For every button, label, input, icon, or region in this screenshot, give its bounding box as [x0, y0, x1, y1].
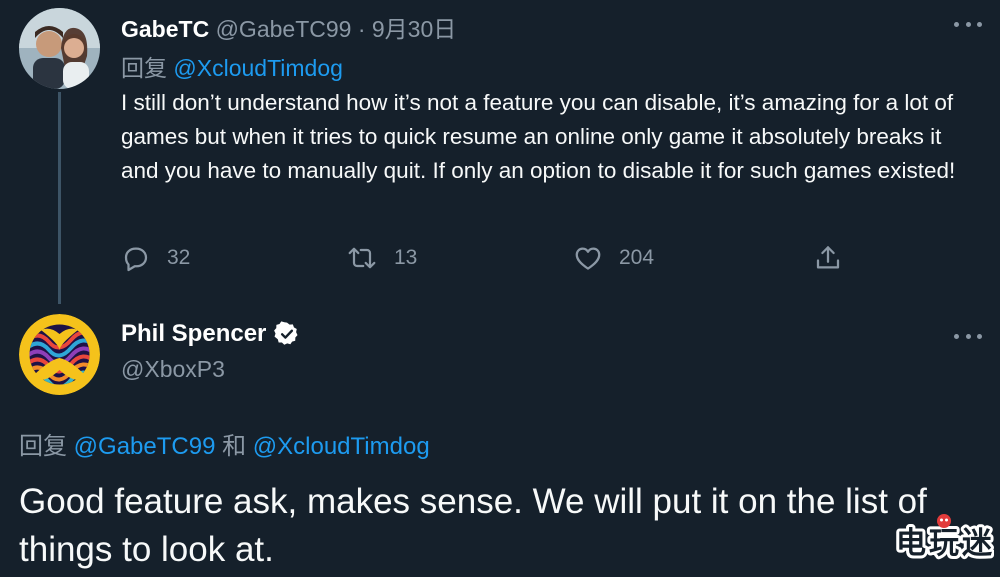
tweet1-date[interactable]: 9月30日 [372, 16, 456, 42]
like-button[interactable]: 204 [573, 238, 654, 278]
tweet1-reply-context: 回复 @XcloudTimdog [121, 49, 343, 83]
tweet2-header: Phil Spencer [121, 320, 300, 348]
svg-text:电: 电 [896, 526, 926, 561]
like-icon [573, 243, 603, 273]
svg-text:玩: 玩 [929, 526, 959, 561]
tweet1-more-icon[interactable] [954, 14, 982, 34]
tweet1-header: GabeTC @GabeTC99 · 9月30日 [121, 10, 456, 44]
tweet1-reply-prefix: 回复 [121, 55, 167, 81]
svg-text:迷: 迷 [962, 526, 993, 561]
reply-count: 32 [167, 246, 191, 269]
tweet1-handle[interactable]: @GabeTC99 [216, 16, 352, 42]
tweet2-reply-prefix: 回复 [19, 433, 67, 460]
like-count: 204 [619, 246, 655, 269]
retweet-count: 13 [394, 246, 418, 269]
tweet1-actions: 32 13 204 [121, 238, 851, 278]
thread-line [58, 92, 61, 304]
site-watermark-logo: 电 电 玩 玩 迷 迷 [894, 509, 994, 571]
tweet1-text: I still don’t understand how it’s not a … [121, 90, 956, 183]
retweet-icon [346, 243, 378, 273]
verified-icon [266, 321, 300, 347]
tweet1-separator: · [357, 16, 366, 42]
tweet2-text: Good feature ask, makes sense. We will p… [19, 482, 927, 569]
share-button[interactable] [813, 238, 843, 278]
tweet2-display-name[interactable]: Phil Spencer [121, 320, 266, 348]
reply-button[interactable]: 32 [121, 238, 190, 278]
tweet1-display-name[interactable]: GabeTC [121, 16, 209, 42]
gabetc-avatar[interactable] [19, 8, 100, 89]
share-icon [813, 243, 843, 273]
tweet2-reply-mention-2[interactable]: @XcloudTimdog [253, 433, 430, 460]
reply-icon [121, 243, 151, 273]
tweet2-handle[interactable]: @XboxP3 [121, 356, 225, 383]
tweet2-more-icon[interactable] [954, 326, 982, 346]
tweet2-reply-context: 回复 @GabeTC99 和 @XcloudTimdog [19, 426, 430, 461]
retweet-button[interactable]: 13 [346, 238, 417, 278]
tweet2-reply-joiner: 和 [222, 433, 247, 460]
tweet1-reply-mention[interactable]: @XcloudTimdog [173, 55, 343, 81]
tweet2-reply-mention-1[interactable]: @GabeTC99 [74, 433, 216, 460]
phil-spencer-avatar[interactable] [19, 314, 100, 395]
